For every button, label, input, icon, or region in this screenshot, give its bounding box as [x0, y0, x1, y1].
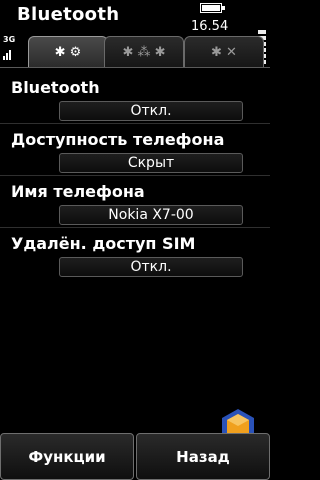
battery-icon [200, 3, 226, 13]
setting-label: Имя телефона [11, 182, 145, 201]
tab-bluetooth-settings[interactable]: ✱ ⚙ [28, 36, 108, 68]
setting-label: Доступность телефона [11, 130, 225, 149]
status-bar: Bluetooth 16.54 [0, 0, 270, 38]
clock: 16.54 [191, 19, 229, 34]
setting-value-field[interactable]: Откл. [59, 257, 243, 277]
options-button[interactable]: Функции [0, 433, 134, 480]
setting-value-field[interactable]: Откл. [59, 101, 243, 121]
blocked-devices-icon: ✱ ✕ [211, 45, 237, 60]
tab-divider [0, 67, 270, 68]
setting-value-field[interactable]: Nokia X7-00 [59, 205, 243, 225]
softkey-bar: Функции Назад [0, 433, 270, 480]
tab-bar: ✱ ⚙ ✱ ⁂ ✱ ✱ ✕ [18, 36, 266, 68]
tab-paired-devices[interactable]: ✱ ⁂ ✱ [104, 36, 184, 68]
setting-label: Удалён. доступ SIM [11, 234, 196, 253]
signal-bars-icon [3, 46, 13, 60]
setting-phone-name[interactable]: Имя телефона Nokia X7-00 [0, 174, 270, 232]
paired-devices-icon: ✱ ⁂ ✱ [122, 45, 166, 60]
setting-remote-sim-access[interactable]: Удалён. доступ SIM Откл. [0, 226, 270, 284]
bluetooth-settings-screen: Bluetooth 16.54 3G ✱ ⚙ ✱ ⁂ ✱ ✱ ✕ Bluetoo… [0, 0, 270, 480]
setting-visibility[interactable]: Доступность телефона Скрыт [0, 122, 270, 180]
network-type-label: 3G [3, 35, 16, 44]
app-title: Bluetooth [17, 4, 120, 25]
setting-value-field[interactable]: Скрыт [59, 153, 243, 173]
tab-blocked-devices[interactable]: ✱ ✕ [184, 36, 264, 68]
setting-bluetooth[interactable]: Bluetooth Откл. [0, 70, 270, 128]
back-button[interactable]: Назад [136, 433, 270, 480]
bluetooth-settings-icon: ✱ ⚙ [54, 45, 82, 60]
setting-label: Bluetooth [11, 78, 100, 97]
